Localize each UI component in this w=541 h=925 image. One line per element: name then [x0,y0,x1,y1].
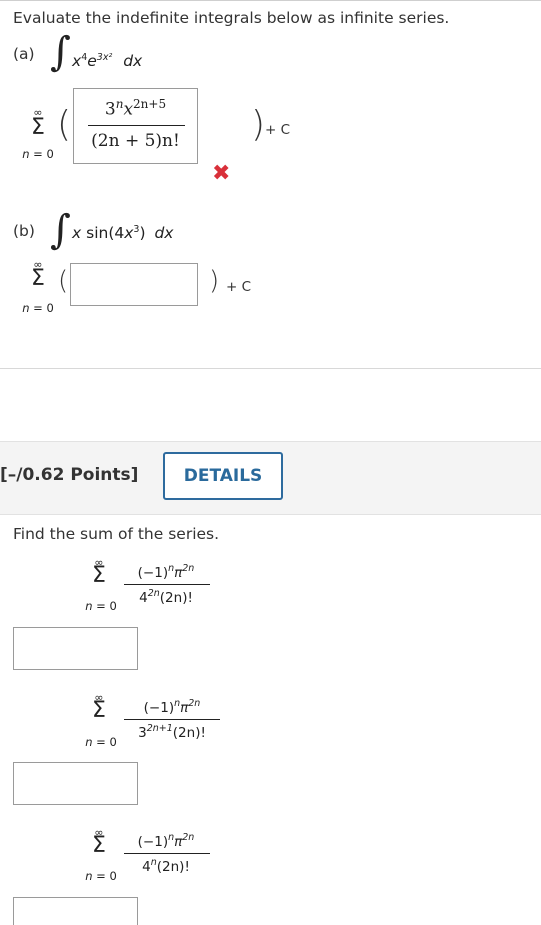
series-1-lower: n = 0 [78,599,124,613]
integrand-b-x: x [72,224,82,242]
series-3-answer-field[interactable] [13,897,138,925]
points-label: [–/0.62 Points] [0,465,139,485]
paren-close-a: ) [251,104,266,145]
sum-b-lower-var: n [22,301,30,315]
answer-a-num-x: x [123,99,134,120]
series-3-denominator: 4n(2n)! [120,857,212,875]
sum-a-lower: n = 0 [14,147,62,161]
section-divider [0,368,541,369]
series-3-den-a: 4 [142,859,151,875]
series-3-numerator: (−1)nπ2n [120,832,212,850]
integrand-a: x4e3x² dx [72,52,142,70]
sigma-b: Σ [31,266,45,291]
differential-a: dx [123,52,143,70]
series-prompt: Find the sum of the series. [13,525,220,543]
series-1-num-a: (−1) [137,565,169,581]
integrand-a-base: x [72,52,82,70]
integrand-a-e-exp: 3x² [96,52,113,63]
series-1-den-a-exp: 2n [147,588,160,599]
plus-c-b: + C [226,279,252,295]
paren-close-b: ) [209,266,220,296]
series-3-lower: n = 0 [78,869,124,883]
integrand-b-close: ) [139,224,146,242]
sum-a-lower-rest: = 0 [29,147,54,161]
sum-b-lower-rest: = 0 [29,301,54,315]
series-2-lower: n = 0 [78,735,124,749]
series-2-num-a: (−1) [143,700,175,716]
series-2-lower-var: n [85,735,93,749]
plus-c-a: + C [265,122,291,138]
series-3-sigma: Σ [92,833,106,858]
answer-field-a[interactable]: 3nx2n+5 (2n + 5)n! [73,88,198,164]
top-divider [0,0,541,1]
series-2-answer-field[interactable] [13,762,138,805]
series-2-den-a-exp: 2n+1 [146,723,173,734]
sum-b-lower: n = 0 [14,301,62,315]
part-b-label: (b) [13,222,35,240]
integrand-b-sin: sin(4 [81,224,125,242]
series-1-den-b: (2n)! [159,590,193,606]
sigma-a: Σ [31,115,45,140]
details-button[interactable]: DETAILS [163,452,283,500]
series-3-lower-rest: = 0 [92,869,117,883]
integrand-b: x sin(4x3) dx [72,224,173,242]
series-1-lower-rest: = 0 [92,599,117,613]
series-2-sigma: Σ [92,698,106,723]
series-1-num-b-exp: 2n [182,563,195,574]
series-2-den-a: 3 [138,725,147,741]
series-1-numerator: (−1)nπ2n [120,563,212,581]
series-3-fraction-bar [124,853,210,854]
question-intro: Evaluate the indefinite integrals below … [13,9,450,27]
series-3-lower-var: n [85,869,93,883]
series-2-denominator: 32n+1(2n)! [122,723,222,741]
series-1-fraction-bar [124,584,210,585]
series-1-denominator: 42n(2n)! [120,588,212,606]
series-1-den-a: 4 [139,590,148,606]
integral-sign-a: ∫ [50,29,71,75]
answer-a-numerator: 3nx2n+5 [74,97,197,120]
series-3-num-b-exp: 2n [182,832,195,843]
integrand-a-e: e [87,52,97,70]
series-2-numerator: (−1)nπ2n [124,698,220,716]
series-2-den-b: (2n)! [172,725,206,741]
answer-field-b[interactable] [70,263,198,306]
paren-open-b: ( [58,266,69,296]
answer-a-fraction-bar [88,125,185,126]
series-1-lower-var: n [85,599,93,613]
differential-b: dx [154,224,174,242]
paren-open-a: ( [57,104,72,145]
cross-icon: ✖ [212,161,231,186]
series-2-lower-rest: = 0 [92,735,117,749]
series-3-num-a: (−1) [137,834,169,850]
series-1-answer-field[interactable] [13,627,138,670]
answer-a-denominator: (2n + 5)n! [91,131,180,151]
series-2-num-b-exp: 2n [188,698,201,709]
series-3-den-b: (2n)! [156,859,190,875]
series-2-fraction-bar [124,719,220,720]
answer-a-num-exp2: 2n+5 [133,97,167,111]
part-a-label: (a) [13,45,35,63]
integral-sign-b: ∫ [50,207,71,253]
series-1-sigma: Σ [92,563,106,588]
answer-a-num-base: 3 [104,99,116,120]
sum-a-lower-var: n [22,147,30,161]
